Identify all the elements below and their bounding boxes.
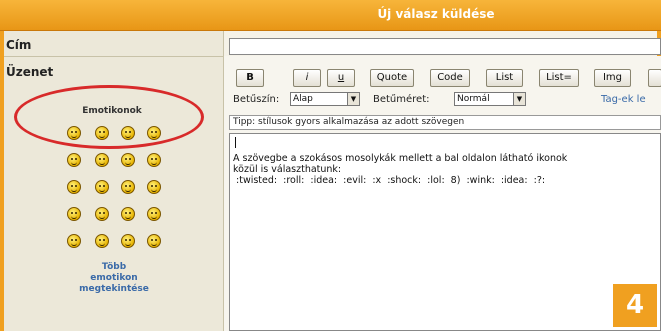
font-color-value: Alap xyxy=(293,94,313,104)
rolleyes-icon[interactable] xyxy=(121,207,135,221)
list-button[interactable]: List xyxy=(486,69,523,87)
toolbar-overflow-button[interactable] xyxy=(648,69,661,87)
sad-icon[interactable] xyxy=(67,126,81,140)
highlight-ellipse xyxy=(14,85,204,149)
mad-icon[interactable] xyxy=(147,207,161,221)
idea-icon[interactable] xyxy=(121,234,135,248)
quote-button[interactable]: Quote xyxy=(370,69,414,87)
exclaim-icon[interactable] xyxy=(67,234,81,248)
twisted-icon[interactable] xyxy=(95,207,109,221)
font-color-select[interactable]: Alap ▼ xyxy=(290,92,360,106)
lol-icon[interactable] xyxy=(147,153,161,167)
chevron-down-icon: ▼ xyxy=(513,93,525,105)
question-icon[interactable] xyxy=(95,234,109,248)
more-emoticons-link[interactable]: Több emotikon megtekintése xyxy=(68,262,160,295)
grin-icon[interactable] xyxy=(121,126,135,140)
font-size-select[interactable]: Normál ▼ xyxy=(454,92,526,106)
message-label: Üzenet xyxy=(6,65,54,79)
message-textarea[interactable]: A szövegbe a szokásos mosolykák mellett … xyxy=(229,133,661,331)
razz-icon[interactable] xyxy=(121,180,135,194)
text-caret xyxy=(235,137,236,148)
cool-icon[interactable] xyxy=(121,153,135,167)
subject-input[interactable] xyxy=(229,38,661,55)
tags-link[interactable]: Tag-ek le xyxy=(601,94,646,105)
eek-icon[interactable] xyxy=(67,153,81,167)
font-color-label: Betűszín: xyxy=(233,94,280,105)
message-line-3: :twisted: :roll: :idea: :evil: :x :shock… xyxy=(233,175,546,186)
code-button[interactable]: Code xyxy=(430,69,470,87)
step-number-badge: 4 xyxy=(613,284,657,327)
font-size-label: Betűméret: xyxy=(373,94,430,105)
smile-icon[interactable] xyxy=(95,153,109,167)
laugh-icon[interactable] xyxy=(147,126,161,140)
underline-button[interactable]: u xyxy=(327,69,355,87)
bold-button[interactable]: B xyxy=(236,69,264,87)
page-title: Új válasz küldése xyxy=(377,7,495,21)
list-ordered-button[interactable]: List= xyxy=(539,69,579,87)
tip-bar: Tipp: stílusok gyors alkalmazása az adot… xyxy=(229,115,661,130)
arrow-icon[interactable] xyxy=(147,234,161,248)
chevron-down-icon: ▼ xyxy=(347,93,359,105)
happy-icon[interactable] xyxy=(95,126,109,140)
img-button[interactable]: Img xyxy=(594,69,631,87)
font-size-value: Normál xyxy=(457,94,490,104)
message-line-1: A szövegbe a szokásos mosolykák mellett … xyxy=(233,153,568,164)
header-bar: Új válasz küldése xyxy=(0,0,661,31)
italic-button[interactable]: i xyxy=(293,69,321,87)
message-line-2: közül is választhatunk: xyxy=(233,164,342,175)
cheerful-icon[interactable] xyxy=(95,180,109,194)
wink-icon[interactable] xyxy=(147,180,161,194)
shock-icon[interactable] xyxy=(67,180,81,194)
evil-icon[interactable] xyxy=(67,207,81,221)
subject-label: Cím xyxy=(6,38,32,52)
